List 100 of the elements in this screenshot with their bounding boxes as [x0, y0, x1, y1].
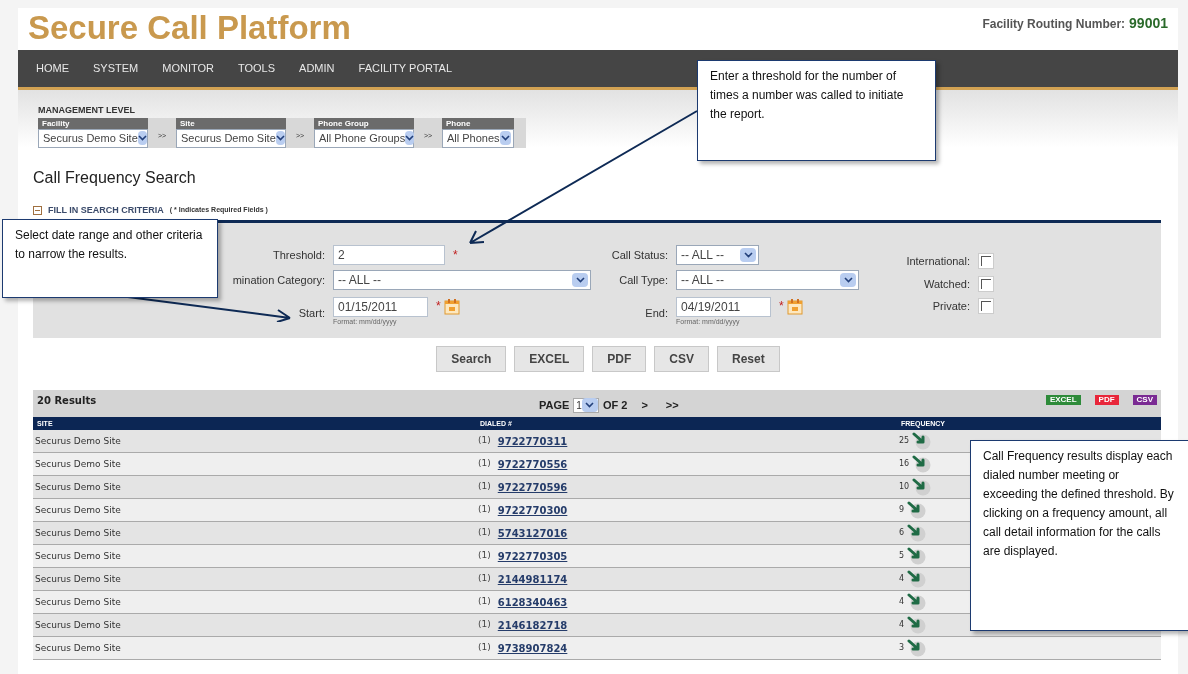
frequency-link[interactable]: 3: [899, 642, 905, 654]
frequency-link[interactable]: 4: [899, 619, 905, 631]
dropdown-arrow-icon: [740, 248, 756, 262]
phone-arrow-icon[interactable]: [906, 593, 927, 611]
nav-link[interactable]: MONITOR: [162, 60, 214, 77]
nav-link[interactable]: HOME: [36, 60, 69, 77]
nav-link[interactable]: FACILITY PORTAL: [358, 60, 453, 77]
action-button[interactable]: Reset: [717, 346, 780, 372]
callout-box: Enter a threshold for the number of times a number was called to initiate the report.: [697, 60, 936, 161]
phone-arrow-icon[interactable]: [906, 616, 927, 634]
country-code: (1): [478, 434, 491, 448]
nav-link[interactable]: TOOLS: [238, 60, 276, 77]
page-select[interactable]: 1: [573, 397, 599, 413]
level-label: Facility: [38, 117, 148, 129]
dialed-number-link[interactable]: 2146182718: [497, 617, 568, 633]
dialed-number-link[interactable]: 9738907824: [497, 640, 568, 656]
action-button[interactable]: PDF: [592, 346, 647, 372]
collapse-icon[interactable]: [33, 205, 42, 215]
calendar-icon[interactable]: [443, 297, 460, 315]
level-label: Phone: [442, 117, 514, 129]
export-link[interactable]: CSV: [1132, 395, 1157, 405]
dialed-number-link[interactable]: 9722770556: [497, 456, 568, 472]
field-label: Private:: [932, 299, 970, 314]
required-mark: *: [779, 298, 784, 315]
export-link[interactable]: PDF: [1094, 395, 1119, 405]
table-cell: Securus Demo Site: [33, 591, 476, 614]
frequency-link[interactable]: 4: [899, 573, 905, 585]
phone-arrow-icon[interactable]: [906, 524, 927, 542]
level-label: Site: [176, 117, 286, 129]
frequency-link[interactable]: 16: [899, 458, 910, 470]
phone-arrow-icon[interactable]: [906, 501, 927, 519]
table-cell: Securus Demo Site: [33, 545, 476, 568]
dropdown-arrow-icon: [405, 131, 415, 145]
action-button[interactable]: Search: [436, 346, 507, 372]
dialed-number-link[interactable]: 9722770305: [497, 548, 568, 564]
dialed-number-link[interactable]: 6128340463: [497, 594, 568, 610]
dialed-number-link[interactable]: 9722770596: [497, 479, 568, 495]
checkbox[interactable]: [978, 298, 994, 315]
dropdown-arrow-icon: [581, 398, 598, 413]
table-cell: Securus Demo Site: [33, 430, 476, 453]
next-page-link[interactable]: >: [641, 397, 648, 414]
country-code: (1): [478, 618, 491, 632]
table-cell: Securus Demo Site: [33, 522, 476, 545]
required-mark: *: [436, 298, 441, 315]
frequency-link[interactable]: 10: [899, 481, 910, 493]
dropdown-arrow-icon: [499, 131, 511, 145]
frequency-link[interactable]: 5: [899, 550, 905, 562]
table-cell: Securus Demo Site: [33, 637, 476, 660]
frequency-link[interactable]: 6: [899, 527, 905, 539]
nav-link[interactable]: SYSTEM: [93, 60, 139, 77]
export-link[interactable]: EXCEL: [1045, 395, 1081, 405]
dropdown-select[interactable]: -- ALL --: [676, 245, 759, 265]
country-code: (1): [478, 526, 491, 540]
dropdown-arrow-icon: [840, 273, 856, 287]
frequency-link[interactable]: 4: [899, 596, 905, 608]
phone-arrow-icon[interactable]: [911, 432, 932, 450]
field-label: Start:: [298, 306, 325, 321]
dialed-number-link[interactable]: 2144981174: [497, 571, 568, 587]
callout-box: Call Frequency results display each dialed number meeting or exceeding the defined threshold. By clicking on a frequency amount, all call detail information for the calls are displayed.: [970, 440, 1188, 631]
phone-arrow-icon[interactable]: [906, 639, 927, 657]
phone-arrow-icon[interactable]: [911, 455, 932, 473]
country-code: (1): [478, 595, 491, 609]
field-label: Watched:: [923, 276, 970, 292]
input-field[interactable]: 01/15/2011: [333, 297, 428, 317]
dropdown-select[interactable]: -- ALL --: [333, 270, 591, 290]
checkbox[interactable]: [978, 253, 994, 270]
checkbox[interactable]: [978, 275, 994, 292]
dialed-number-link[interactable]: 9722770300: [497, 502, 568, 518]
phone-arrow-icon[interactable]: [911, 478, 932, 496]
calendar-icon[interactable]: [786, 297, 803, 315]
dropdown-arrow-icon: [275, 131, 285, 145]
section-heading: MANAGEMENT LEVEL: [38, 104, 135, 117]
field-label: mination Category:: [232, 272, 325, 288]
required-mark: *: [453, 247, 458, 264]
phone-arrow-icon[interactable]: [906, 570, 927, 588]
phone-arrow-icon[interactable]: [906, 547, 927, 565]
field-label: End:: [645, 306, 668, 321]
app-title: Secure Call Platform: [28, 8, 351, 48]
country-code: (1): [478, 641, 491, 655]
country-code: (1): [478, 457, 491, 471]
dialed-number-link[interactable]: 5743127016: [497, 525, 568, 541]
table-cell: Securus Demo Site: [33, 499, 476, 522]
last-page-link[interactable]: >>: [665, 397, 679, 414]
input-field[interactable]: 04/19/2011: [676, 297, 771, 317]
action-button[interactable]: CSV: [654, 346, 709, 372]
dialed-number-link[interactable]: 9722770311: [497, 433, 568, 449]
dropdown-select[interactable]: -- ALL --: [676, 270, 859, 290]
frequency-link[interactable]: 25: [899, 435, 910, 447]
table-cell: Securus Demo Site: [33, 476, 476, 499]
table-cell: Securus Demo Site: [33, 614, 476, 637]
input-field[interactable]: 2: [333, 245, 445, 265]
country-code: (1): [478, 480, 491, 494]
frequency-link[interactable]: 9: [899, 504, 905, 516]
action-button[interactable]: EXCEL: [514, 346, 585, 372]
page-label: PAGE: [539, 398, 570, 413]
dropdown-arrow-icon: [137, 131, 147, 145]
country-code: (1): [478, 549, 491, 563]
nav-link[interactable]: ADMIN: [299, 60, 335, 77]
country-code: (1): [478, 503, 491, 517]
field-label: Threshold:: [273, 247, 325, 263]
